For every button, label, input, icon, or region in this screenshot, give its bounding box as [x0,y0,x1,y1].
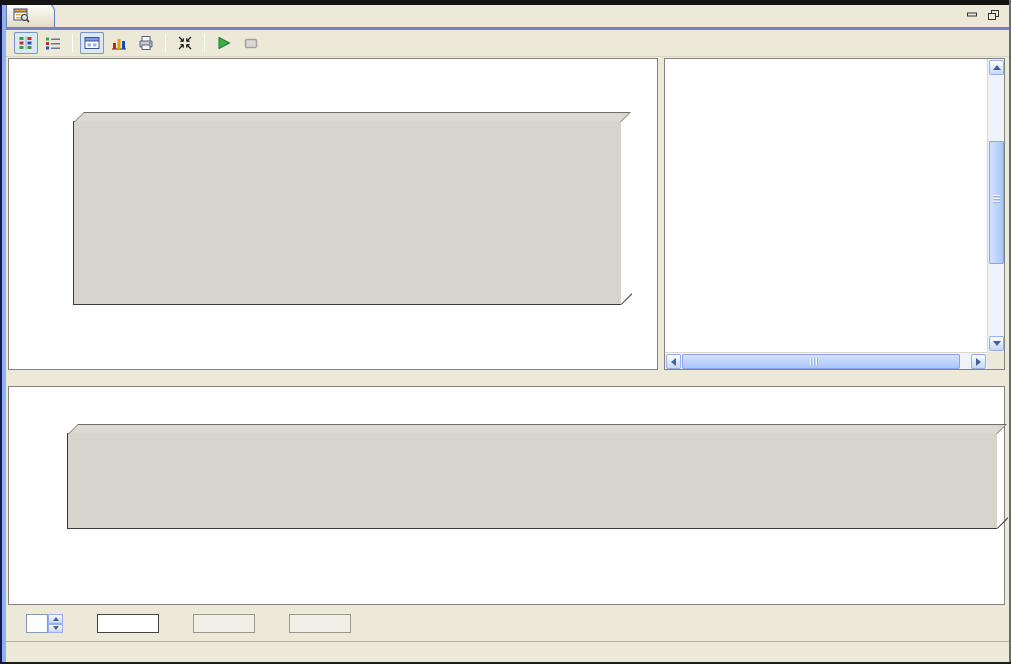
tile-view-button[interactable] [14,32,38,54]
bins-y-axis [23,121,71,305]
stop-icon [242,35,260,51]
run-icon [215,35,233,51]
arrow-right-icon [976,358,985,366]
print-button[interactable] [134,32,158,54]
plot-top-face [68,424,1007,434]
horizontal-scrollbar[interactable] [665,352,987,369]
chart-view-button[interactable] [107,32,131,54]
pagination-controls [6,606,1009,641]
use-bins-y-axis [17,433,63,529]
tab-underline [0,27,1011,30]
list-view-icon [44,35,62,51]
bottom-tab-bar [6,641,1009,662]
chart-view-icon [110,35,128,51]
collapse-all-icon [176,35,194,51]
bins-x-axis [73,307,621,367]
points-per-page-input[interactable] [97,614,159,633]
use-bins-x-axis [67,531,997,593]
total-pages-value [289,614,351,633]
arrow-down-icon [993,341,1001,350]
vertical-scrollbar[interactable] [987,59,1004,352]
arrow-left-icon [667,358,676,366]
collapse-all-button[interactable] [173,32,197,54]
restore-icon [988,10,1000,21]
window-controls [965,9,1001,21]
page-spinner-buttons [48,614,63,633]
spinner-up-icon [53,614,59,621]
spinner-down-icon [53,626,59,633]
scroll-right-button[interactable] [971,354,986,369]
bins-table-panel [664,58,1005,370]
plot-top-face [74,112,631,122]
view-tab[interactable] [6,2,55,27]
window-view-icon [83,35,101,51]
minimize-icon [967,10,977,20]
window-top-frame [0,0,1011,5]
total-points-value [193,614,255,633]
toolbar [6,30,1009,57]
print-icon [137,35,155,51]
page-input[interactable] [26,614,48,633]
use-bins-panel [8,386,1005,605]
page-increment-button[interactable] [48,614,63,624]
use-bins-chart[interactable] [67,433,997,529]
tile-view-icon [17,35,35,51]
bins-statistics-panel [8,58,658,370]
arrow-up-icon [993,61,1001,70]
scroll-left-button[interactable] [666,354,681,369]
restore-button[interactable] [987,9,1001,21]
plot-corner-edge [621,293,632,304]
minimize-button[interactable] [965,9,979,21]
stop-button [239,32,263,54]
table-body [665,77,987,352]
view-tab-icon [13,7,30,23]
plot-corner-edge [997,517,1008,528]
page-decrement-button[interactable] [48,624,63,634]
list-view-button[interactable] [41,32,65,54]
table-header [665,59,987,77]
toolbar-separator [204,34,205,52]
scroll-up-button[interactable] [989,60,1004,75]
horizontal-scroll-thumb[interactable] [682,354,960,369]
run-button[interactable] [212,32,236,54]
toolbar-separator [72,34,73,52]
toolbar-separator [165,34,166,52]
window-view-button[interactable] [80,32,104,54]
page-spinner [26,614,63,633]
vertical-scroll-thumb[interactable] [989,141,1004,264]
scrollbar-corner [987,352,1004,369]
bins-bar-chart[interactable] [73,121,621,305]
window-left-frame [0,5,6,664]
scroll-down-button[interactable] [989,336,1004,351]
